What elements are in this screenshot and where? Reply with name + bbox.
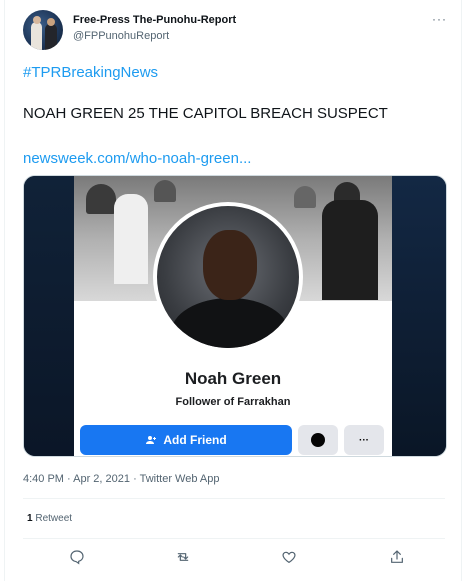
hashtag-link[interactable]: #TPRBreakingNews bbox=[23, 64, 158, 81]
retweet-count: 1 bbox=[27, 513, 33, 524]
retweet-button[interactable] bbox=[171, 545, 195, 569]
media-background-right bbox=[390, 176, 446, 456]
tweet-card: Free-Press The-Punohu-Report @FPPunohuRe… bbox=[4, 0, 462, 581]
messenger-button bbox=[298, 425, 338, 455]
heart-icon bbox=[282, 551, 296, 564]
divider bbox=[23, 498, 445, 499]
messenger-icon bbox=[311, 433, 325, 447]
reply-icon bbox=[70, 550, 84, 565]
add-friend-button: Add Friend bbox=[80, 425, 292, 455]
divider bbox=[23, 538, 445, 539]
profile-more-button: ··· bbox=[344, 425, 384, 455]
tweet-text: NOAH GREEN 25 THE CAPITOL BREACH SUSPECT bbox=[23, 105, 388, 122]
profile-photo bbox=[153, 202, 303, 352]
share-icon bbox=[391, 550, 403, 563]
profile-name: Noah Green bbox=[184, 369, 282, 388]
author-name[interactable]: Free-Press The-Punohu-Report bbox=[73, 14, 236, 26]
tweet-media-image[interactable]: Noah Green Follower of Farrakhan Add Fri… bbox=[23, 175, 447, 457]
add-friend-icon bbox=[146, 436, 157, 444]
article-link[interactable]: newsweek.com/who-noah-green... bbox=[23, 150, 251, 167]
reply-button[interactable] bbox=[65, 545, 89, 569]
media-background-left bbox=[24, 176, 74, 456]
tweet-timestamp[interactable]: 4:40 PM · Apr 2, 2021 · Twitter Web App bbox=[23, 473, 219, 485]
facebook-profile-screenshot: Noah Green Follower of Farrakhan Add Fri… bbox=[74, 176, 392, 456]
author-handle[interactable]: @FPPunohuReport bbox=[73, 30, 169, 42]
tweet-actions bbox=[5, 545, 463, 569]
share-button[interactable] bbox=[385, 545, 409, 569]
more-options-icon[interactable]: ··· bbox=[432, 12, 447, 26]
retweet-icon bbox=[177, 553, 189, 561]
profile-subtitle: Follower of Farrakhan bbox=[175, 396, 291, 408]
like-button[interactable] bbox=[277, 545, 301, 569]
retweet-stat-label: Retweet bbox=[35, 513, 73, 524]
author-avatar[interactable] bbox=[23, 10, 63, 50]
retweet-stats[interactable]: 1 Retweet bbox=[27, 513, 72, 524]
add-friend-label: Add Friend bbox=[163, 433, 227, 447]
